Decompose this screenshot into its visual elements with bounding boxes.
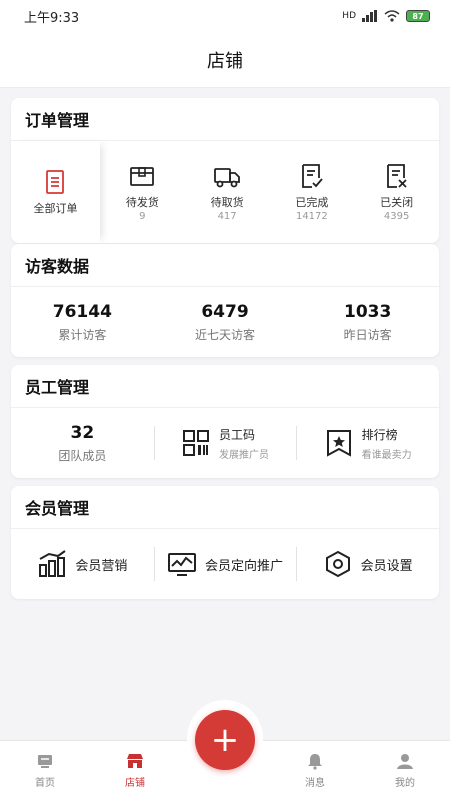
visitor-data-title: 访客数据 bbox=[11, 244, 439, 287]
stat-yesterday-visitors-value: 1033 bbox=[344, 301, 392, 322]
staff-code-title: 员工码 bbox=[219, 427, 256, 442]
order-closed-label: 已关闭 bbox=[380, 196, 414, 209]
tab-mine[interactable]: 我的 bbox=[360, 741, 450, 800]
tab-shop[interactable]: 店铺 bbox=[90, 741, 180, 800]
order-pending-pickup-count: 417 bbox=[217, 211, 237, 222]
box-icon bbox=[130, 167, 155, 186]
closed-doc-icon bbox=[386, 164, 407, 188]
shop-icon bbox=[127, 754, 143, 768]
tab-shop-label: 店铺 bbox=[125, 778, 145, 789]
tab-messages-label: 消息 bbox=[305, 778, 325, 789]
order-management-card: 订单管理 全部订单 待发货 9 待取货 417 已完成 14172 已关闭 43… bbox=[11, 98, 439, 243]
staff-code-cell[interactable]: 员工码 发展推广员 bbox=[153, 426, 297, 461]
order-status-row: 全部订单 待发货 9 待取货 417 已完成 14172 已关闭 4395 bbox=[11, 141, 439, 243]
staff-management-title: 员工管理 bbox=[11, 365, 439, 408]
order-completed[interactable]: 已完成 14172 bbox=[269, 141, 354, 243]
qr-code-icon bbox=[183, 430, 209, 456]
user-icon bbox=[397, 754, 413, 769]
member-marketing-cell[interactable]: 会员营销 bbox=[11, 549, 154, 579]
bar-chart-icon bbox=[39, 550, 66, 577]
home-icon bbox=[38, 755, 52, 768]
member-settings-cell[interactable]: 会员设置 bbox=[296, 547, 439, 581]
stat-total-visitors-value: 76144 bbox=[52, 301, 112, 322]
order-pending-ship-count: 9 bbox=[139, 211, 146, 222]
status-bar: 上午9:33 HD 87 bbox=[0, 0, 450, 32]
stat-7day-visitors[interactable]: 6479 近七天访客 bbox=[154, 302, 297, 343]
team-label: 团队成员 bbox=[58, 448, 107, 463]
stat-yesterday-visitors-label: 昨日访客 bbox=[343, 327, 392, 342]
wifi-icon bbox=[384, 10, 400, 22]
stat-7day-visitors-label: 近七天访客 bbox=[195, 327, 256, 342]
status-time: 上午9:33 bbox=[24, 10, 80, 26]
leaderboard-icon bbox=[326, 430, 351, 457]
hd-indicator: HD bbox=[342, 11, 356, 21]
battery-icon: 87 bbox=[406, 10, 430, 22]
tab-messages[interactable]: 消息 bbox=[270, 741, 360, 800]
battery-level: 87 bbox=[412, 11, 424, 21]
order-all[interactable]: 全部订单 bbox=[11, 141, 100, 243]
staff-code-sub: 发展推广员 bbox=[219, 449, 269, 461]
member-targeted-label: 会员定向推广 bbox=[205, 558, 284, 574]
truck-icon bbox=[214, 168, 241, 188]
order-pending-pickup[interactable]: 待取货 417 bbox=[185, 141, 270, 243]
member-marketing-label: 会员营销 bbox=[75, 558, 128, 574]
order-closed-count: 4395 bbox=[383, 211, 410, 222]
tab-home-label: 首页 bbox=[35, 778, 55, 789]
tab-mine-label: 我的 bbox=[395, 778, 415, 789]
member-targeted-cell[interactable]: 会员定向推广 bbox=[153, 547, 297, 581]
member-row: 会员营销 会员定向推广 会员设置 bbox=[11, 529, 439, 599]
order-all-label: 全部订单 bbox=[33, 202, 78, 215]
signal-icon bbox=[362, 10, 377, 22]
order-pending-ship-label: 待发货 bbox=[125, 196, 159, 209]
leaderboard-cell[interactable]: 排行榜 看谁最卖力 bbox=[296, 426, 439, 461]
page-title: 店铺 bbox=[207, 50, 243, 72]
order-completed-label: 已完成 bbox=[295, 196, 329, 209]
visitor-data-card: 访客数据 76144 累计访客 6479 近七天访客 1033 昨日访客 bbox=[11, 244, 439, 357]
member-management-title: 会员管理 bbox=[11, 486, 439, 529]
stat-7day-visitors-value: 6479 bbox=[201, 301, 249, 322]
status-indicators: HD 87 bbox=[342, 10, 430, 22]
tab-home[interactable]: 首页 bbox=[0, 741, 90, 800]
team-members-cell[interactable]: 32 团队成员 bbox=[11, 423, 154, 464]
order-pending-pickup-label: 待取货 bbox=[210, 196, 244, 209]
staff-row: 32 团队成员 员工码 发展推广员 排行榜 看谁最卖力 bbox=[11, 408, 439, 478]
hexagon-settings-icon bbox=[325, 550, 350, 578]
order-management-title: 订单管理 bbox=[11, 98, 439, 141]
stat-total-visitors[interactable]: 76144 累计访客 bbox=[11, 302, 154, 343]
check-doc-icon bbox=[301, 164, 323, 188]
visitor-stats-row: 76144 累计访客 6479 近七天访客 1033 昨日访客 bbox=[11, 287, 439, 357]
add-button[interactable]: + bbox=[195, 710, 255, 770]
bell-icon bbox=[308, 754, 322, 770]
order-closed[interactable]: 已关闭 4395 bbox=[354, 141, 439, 243]
leaderboard-sub: 看谁最卖力 bbox=[361, 449, 412, 461]
order-pending-ship[interactable]: 待发货 9 bbox=[100, 141, 185, 243]
member-management-card: 会员管理 会员营销 会员定向推广 会员设置 bbox=[11, 486, 439, 599]
staff-management-card: 员工管理 32 团队成员 员工码 发展推广员 排行榜 看谁最卖力 bbox=[11, 365, 439, 478]
member-settings-label: 会员设置 bbox=[360, 558, 413, 574]
all-orders-icon bbox=[46, 170, 65, 194]
stat-total-visitors-label: 累计访客 bbox=[58, 327, 107, 342]
leaderboard-title: 排行榜 bbox=[361, 427, 398, 442]
page-title-bar: 店铺 bbox=[0, 32, 450, 88]
stat-yesterday-visitors[interactable]: 1033 昨日访客 bbox=[296, 302, 439, 343]
order-completed-count: 14172 bbox=[295, 211, 328, 222]
team-count: 32 bbox=[70, 422, 95, 443]
monitor-trend-icon bbox=[168, 553, 196, 576]
